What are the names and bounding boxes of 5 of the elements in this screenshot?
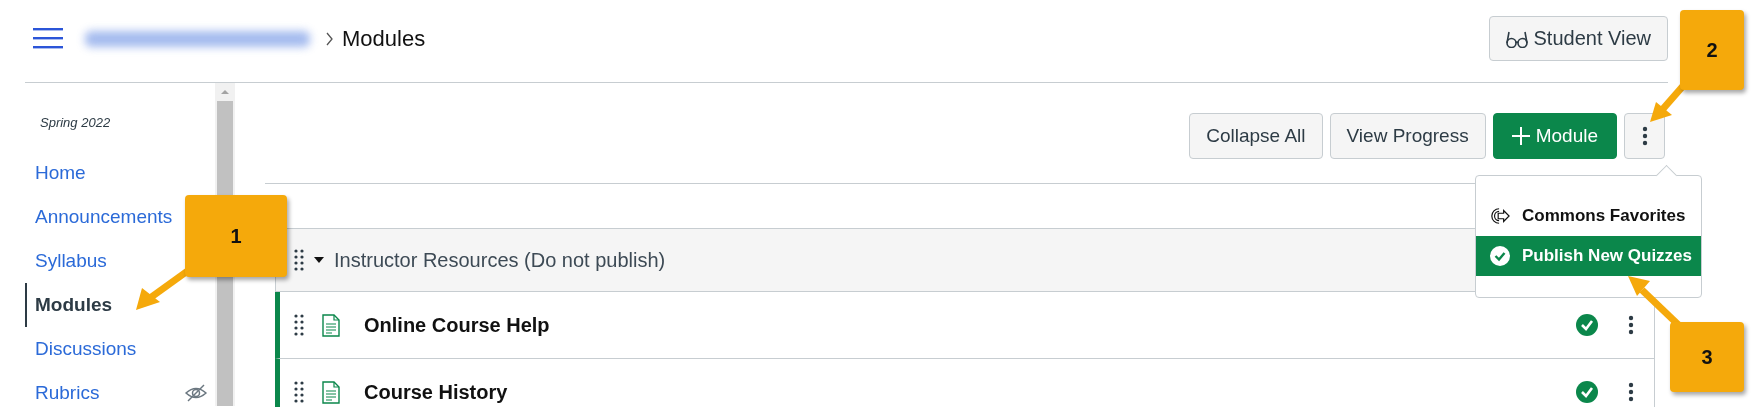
callout-tooltip: 3 xyxy=(1670,322,1744,392)
callout-tooltip: 1 xyxy=(185,195,287,277)
term-label: Spring 2022 xyxy=(39,115,112,132)
callout-tooltip: 2 xyxy=(1680,10,1744,90)
breadcrumb-current: Modules xyxy=(342,25,426,52)
